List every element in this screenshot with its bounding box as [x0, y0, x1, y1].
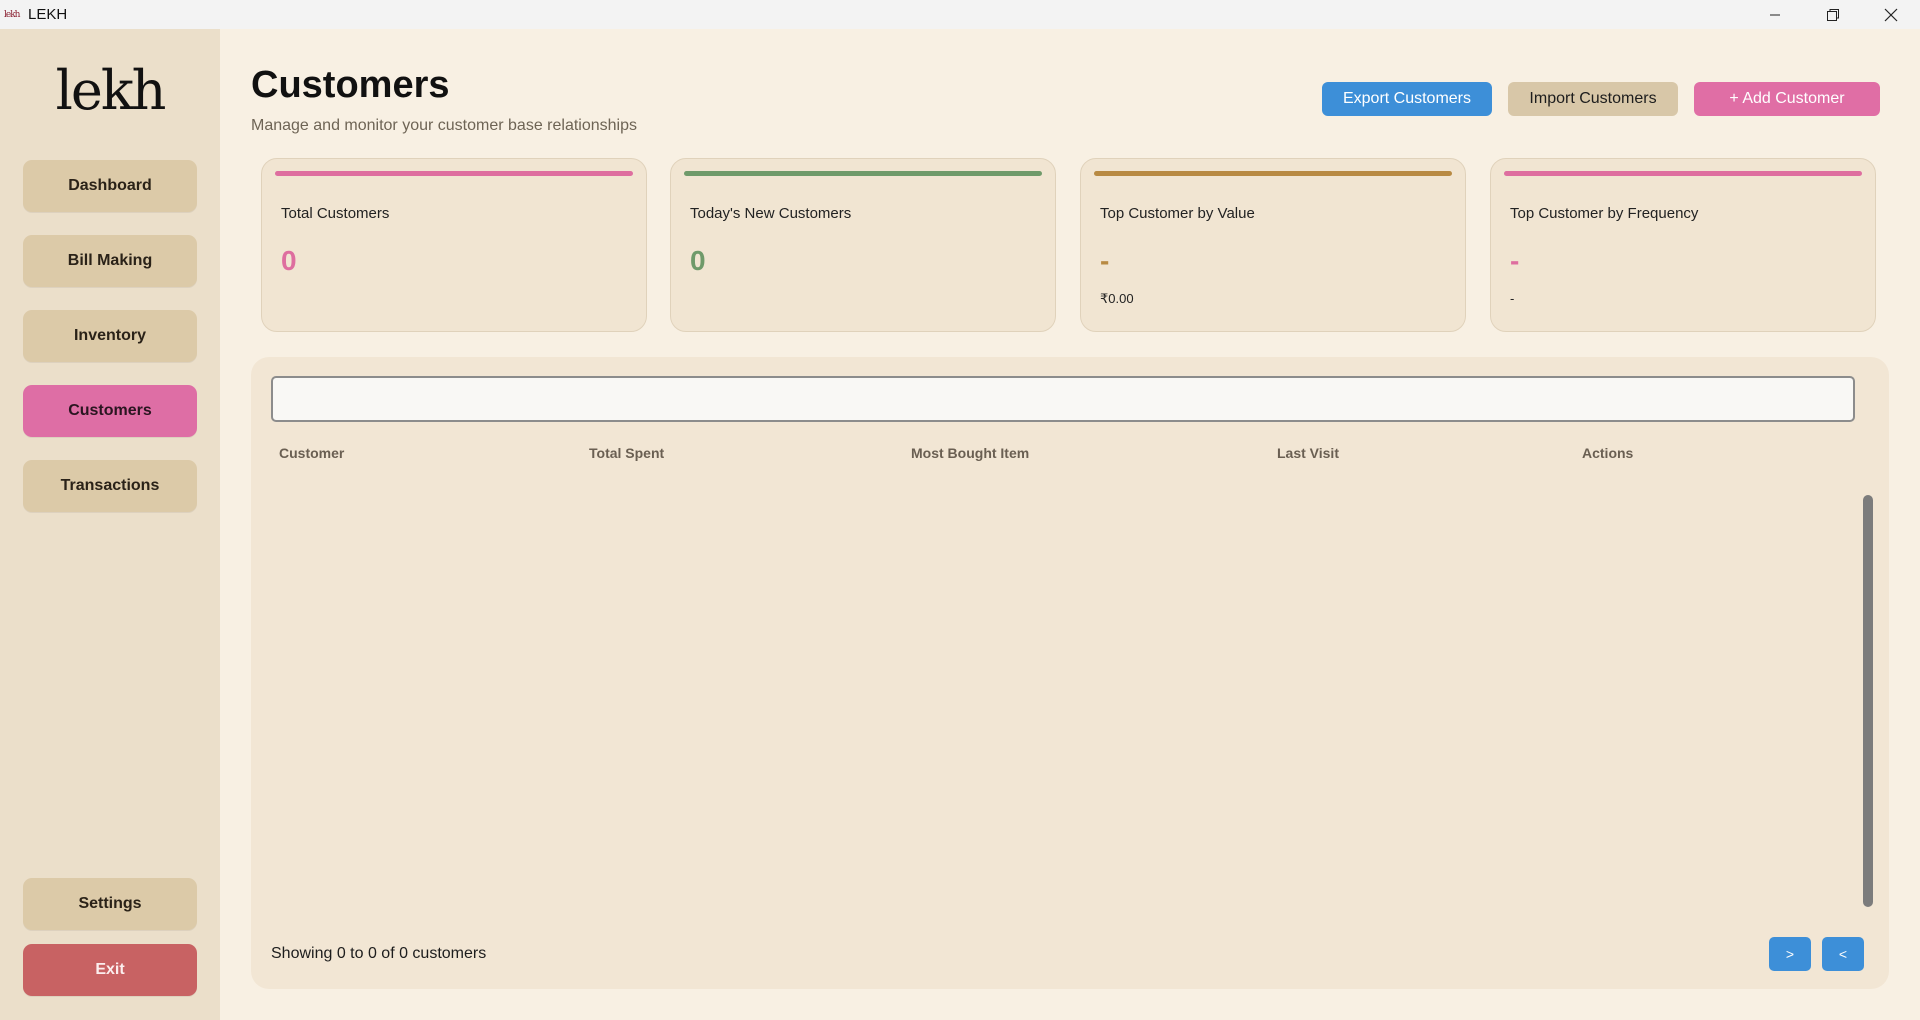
pagination-info: Showing 0 to 0 of 0 customers	[271, 945, 487, 962]
card-accent-bar	[1094, 171, 1452, 176]
card-label: Top Customer by Value	[1100, 205, 1255, 222]
card-value: 0	[690, 245, 706, 276]
card-value: -	[1100, 245, 1110, 276]
page-title: Customers	[251, 64, 450, 106]
restore-icon	[1827, 8, 1839, 21]
restore-button[interactable]	[1804, 0, 1862, 29]
sidebar-item-transactions[interactable]: Transactions	[23, 460, 197, 512]
import-customers-button[interactable]: Import Customers	[1508, 82, 1678, 116]
app-logo: lekh	[55, 59, 167, 122]
exit-button[interactable]: Exit	[23, 944, 197, 996]
sidebar: lekh Dashboard Bill Making Inventory Cus…	[0, 29, 220, 1020]
prev-page-button[interactable]: <	[1822, 937, 1864, 971]
window-title: LEKH	[28, 6, 68, 23]
card-accent-bar	[1504, 171, 1862, 176]
card-value: -	[1510, 245, 1520, 276]
column-header-total-spent[interactable]: Total Spent	[589, 445, 664, 461]
card-label: Total Customers	[281, 205, 390, 222]
window-controls	[1746, 0, 1920, 29]
card-accent-bar	[684, 171, 1042, 176]
export-customers-button[interactable]: Export Customers	[1322, 82, 1492, 116]
card-accent-bar	[275, 171, 633, 176]
column-header-last-visit[interactable]: Last Visit	[1277, 445, 1339, 461]
close-icon	[1884, 8, 1898, 21]
search-input[interactable]	[271, 376, 1855, 422]
sidebar-item-customers[interactable]: Customers	[23, 385, 197, 437]
sidebar-item-settings[interactable]: Settings	[23, 878, 197, 930]
card-subvalue: -	[1510, 291, 1515, 306]
card-subvalue: ₹0.00	[1100, 291, 1134, 306]
stat-card-total-customers: Total Customers 0	[261, 158, 647, 332]
table-scrollbar[interactable]	[1863, 495, 1873, 907]
page-subtitle: Manage and monitor your customer base re…	[251, 117, 637, 134]
column-header-most-bought-item[interactable]: Most Bought Item	[911, 445, 1029, 461]
column-header-customer[interactable]: Customer	[279, 445, 344, 461]
next-page-button[interactable]: >	[1769, 937, 1811, 971]
app-icon: lekh	[4, 9, 20, 20]
title-bar: lekh LEKH	[0, 0, 1920, 29]
minimize-icon	[1770, 14, 1780, 15]
stat-card-top-by-frequency: Top Customer by Frequency - -	[1490, 158, 1876, 332]
sidebar-item-bill-making[interactable]: Bill Making	[23, 235, 197, 287]
customers-table-panel: Customer Total Spent Most Bought Item La…	[251, 357, 1889, 989]
add-customer-button[interactable]: + Add Customer	[1694, 82, 1880, 116]
stat-card-top-by-value: Top Customer by Value - ₹0.00	[1080, 158, 1466, 332]
card-value: 0	[281, 245, 297, 276]
card-label: Today's New Customers	[690, 205, 852, 222]
sidebar-item-dashboard[interactable]: Dashboard	[23, 160, 197, 212]
close-button[interactable]	[1862, 0, 1920, 29]
column-header-actions: Actions	[1582, 445, 1634, 461]
stat-card-new-customers: Today's New Customers 0	[670, 158, 1056, 332]
card-label: Top Customer by Frequency	[1510, 205, 1699, 222]
sidebar-item-inventory[interactable]: Inventory	[23, 310, 197, 362]
minimize-button[interactable]	[1746, 0, 1804, 29]
